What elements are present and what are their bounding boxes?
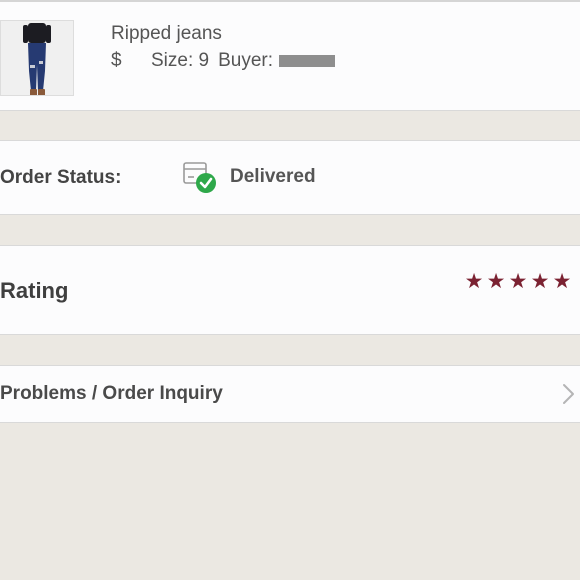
product-card[interactable]: Ripped jeans $ Size: 9 Buyer: <box>0 0 580 111</box>
buyer-label: Buyer: <box>218 50 274 71</box>
buyer-name-redacted <box>279 54 336 67</box>
package-delivered-icon <box>183 162 216 193</box>
star-icon: ★ <box>508 270 528 293</box>
star-icon: ★ <box>552 270 572 293</box>
rating-label: Rating <box>0 278 69 303</box>
chevron-right-icon[interactable] <box>562 382 576 406</box>
product-thumbnail[interactable] <box>0 20 74 96</box>
product-meta: $ Size: 9 Buyer: <box>111 50 336 72</box>
rating-stars: ★ ★ ★ ★ ★ <box>464 270 572 293</box>
product-title: Ripped jeans <box>111 23 222 44</box>
order-inquiry-label: Problems / Order Inquiry <box>0 383 223 404</box>
order-details-page: Ripped jeans $ Size: 9 Buyer: Order Status… <box>0 0 580 580</box>
order-status-card: Order Status: Delivered <box>0 140 580 215</box>
order-status-label: Order Status: <box>0 167 122 188</box>
order-status-value: Delivered <box>230 166 316 187</box>
order-inquiry-row[interactable]: Problems / Order Inquiry <box>0 365 580 423</box>
jeans-image <box>1 21 73 95</box>
product-size: Size: 9 <box>151 50 210 71</box>
star-icon: ★ <box>530 270 550 293</box>
rating-card: Rating ★ ★ ★ ★ ★ <box>0 245 580 335</box>
price-symbol: $ <box>111 50 122 71</box>
star-icon: ★ <box>486 270 506 293</box>
star-icon: ★ <box>464 270 484 293</box>
